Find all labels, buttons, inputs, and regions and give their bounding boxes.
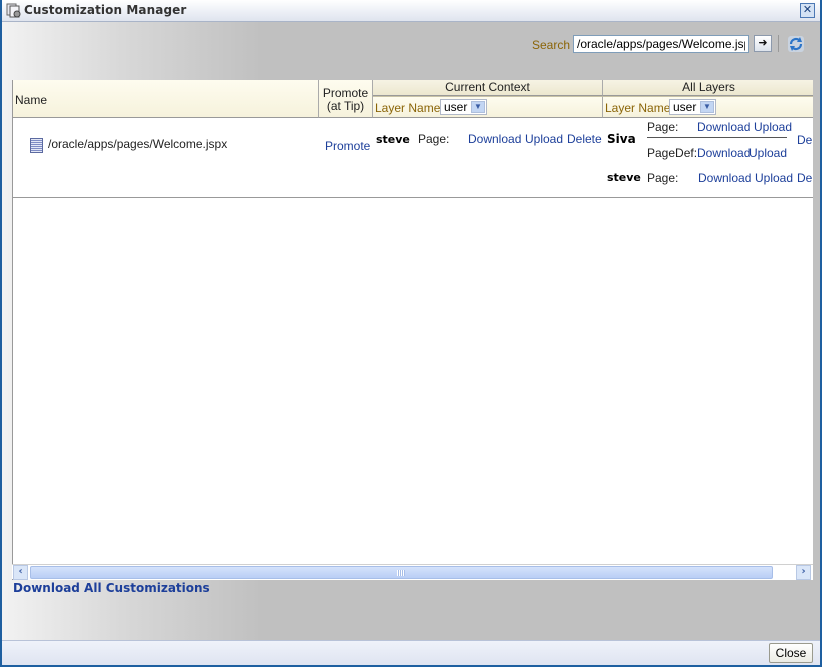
horizontal-scrollbar[interactable]: ‹ ›	[12, 564, 813, 580]
current-context-user: steve	[376, 133, 410, 146]
all-layers-layer-select[interactable]: user ▼	[669, 99, 716, 115]
all-layers-siva-page-download-link[interactable]: Download	[697, 120, 750, 134]
all-layers-steve-delete-link[interactable]: Delete	[797, 171, 813, 185]
chevron-right-icon[interactable]: ›	[796, 565, 811, 580]
chevron-left-icon[interactable]: ‹	[13, 565, 28, 580]
dialog-footer	[2, 640, 820, 665]
search-input[interactable]	[573, 35, 749, 53]
customizations-table: Name Promote (at Tip) Current Context Al…	[12, 80, 813, 580]
all-layers-filter: Layer Name user ▼	[603, 96, 813, 118]
all-layers-siva-delete-link[interactable]: Delete	[797, 133, 813, 147]
search-go-button[interactable]: ➜	[754, 35, 772, 52]
current-context-delete-link[interactable]: Delete	[567, 132, 602, 146]
row-name: /oracle/apps/pages/Welcome.jspx	[48, 137, 228, 151]
current-context-filter: Layer Name user ▼	[373, 96, 603, 118]
toolbar-divider	[778, 35, 779, 52]
all-layers-siva-pagedef-upload-link[interactable]: Upload	[749, 146, 787, 160]
all-layers-siva-pagedef-download-link[interactable]: Download	[697, 146, 750, 160]
close-button[interactable]: Close	[769, 643, 813, 663]
all-layers-user-siva: Siva	[607, 132, 636, 146]
all-layers-siva-page-type: Page:	[647, 120, 679, 134]
all-layers-divider	[647, 137, 787, 138]
customization-manager-dialog: Customization Manager ✕ Search ➜ Name Pr…	[0, 0, 822, 667]
search-label: Search	[532, 38, 571, 52]
customization-manager-icon	[6, 3, 21, 18]
all-layers-steve-page-download-link[interactable]: Download	[698, 171, 751, 185]
all-layers-steve-page-upload-link[interactable]: Upload	[755, 171, 793, 185]
all-layers-steve-page-type: Page:	[647, 171, 679, 185]
document-icon	[30, 138, 43, 153]
layer-name-label: Layer Name	[375, 101, 441, 115]
all-layers-siva-pagedef-type: PageDef:	[647, 146, 698, 160]
chevron-down-icon: ▼	[700, 101, 714, 113]
row-separator	[13, 197, 813, 198]
promote-link[interactable]: Promote	[325, 139, 370, 153]
layer-name-label: Layer Name	[605, 101, 671, 115]
current-context-layer-select[interactable]: user ▼	[440, 99, 487, 115]
column-header-name[interactable]: Name	[13, 80, 319, 118]
window-title: Customization Manager	[24, 3, 187, 17]
all-layers-siva-page-upload-link[interactable]: Upload	[754, 120, 792, 134]
column-header-promote[interactable]: Promote (at Tip)	[319, 80, 373, 118]
all-layers-user-steve: steve	[607, 171, 641, 184]
current-context-download-link[interactable]: Download	[468, 132, 521, 146]
current-context-type: Page:	[418, 132, 450, 146]
title-bar: Customization Manager ✕	[2, 0, 820, 22]
close-x-icon[interactable]: ✕	[800, 3, 815, 18]
current-context-upload-link[interactable]: Upload	[525, 132, 563, 146]
chevron-down-icon: ▼	[471, 101, 485, 113]
arrow-right-icon: ➜	[758, 36, 768, 49]
grip-icon	[397, 570, 405, 576]
scrollbar-thumb[interactable]	[30, 566, 773, 579]
download-all-customizations-link[interactable]: Download All Customizations	[13, 581, 210, 595]
refresh-icon[interactable]	[786, 34, 806, 54]
column-header-all-layers: All Layers	[603, 80, 813, 96]
column-header-current-context: Current Context	[373, 80, 603, 96]
